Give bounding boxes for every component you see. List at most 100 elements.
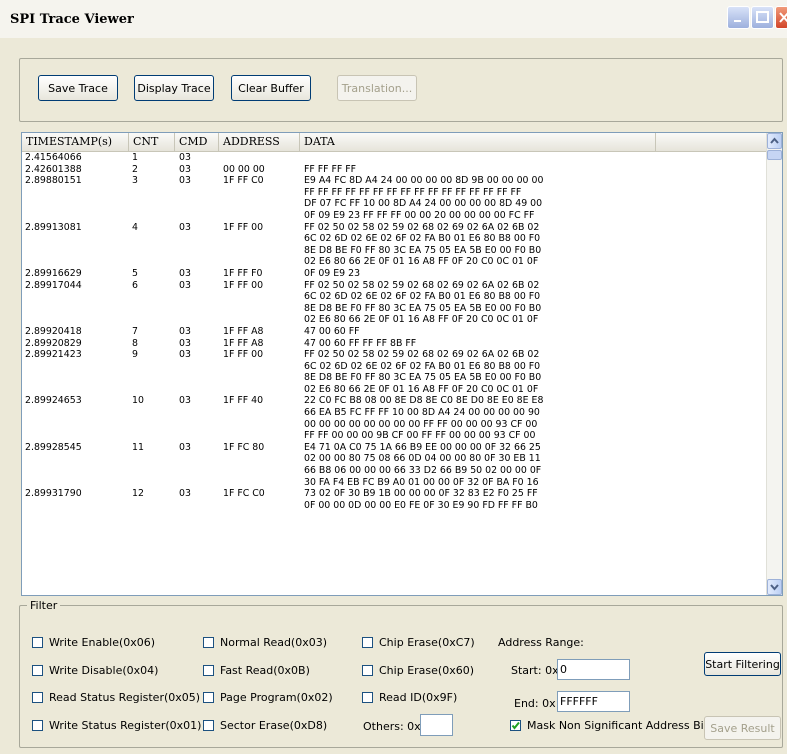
data-line: E4 71 0A C0 75 1A 66 B9 EE 00 00 00 0F 3…: [304, 441, 541, 453]
data-cell: 22 C0 FC B8 08 00 8E D8 8E C0 8E D0 8E E…: [304, 395, 768, 441]
checkbox-write-disable[interactable]: Write Disable(0x04): [32, 664, 158, 677]
timestamp-cell: 2.89924653: [25, 395, 82, 407]
address-cell: 1F FF A8: [223, 325, 264, 337]
checkbox-box[interactable]: [32, 720, 43, 731]
save-result-button[interactable]: Save Result: [704, 716, 781, 740]
cnt-cell: 9: [132, 349, 138, 361]
table-row[interactable]: 2.89928545 11 03 1F FC 80 E4 71 0A C0 75 1A …: [22, 442, 768, 488]
chevron-down-icon: [770, 584, 779, 591]
data-line: 8E D8 BE F0 FF 80 3C EA 75 05 EA 5B E0 0…: [304, 244, 542, 256]
data-line: 00 00 00 00 00 00 00 00 FF FF 00 00 00 9…: [304, 418, 538, 430]
address-cell: 1F FF 00: [223, 279, 264, 291]
checkmark-icon: [511, 721, 520, 730]
address-cell: 00 00 00: [223, 163, 265, 175]
data-cell: 47 00 60 FF: [304, 326, 768, 338]
cnt-cell: 7: [132, 325, 138, 337]
checkbox-box[interactable]: [32, 692, 43, 703]
checkbox-box[interactable]: [203, 665, 214, 676]
data-line: 6C 02 6D 02 6E 02 6F 02 FA B0 01 E6 80 B…: [304, 360, 541, 372]
trace-list[interactable]: TIMESTAMP(s) CNT CMD ADDRESS DATA 2.4156…: [21, 132, 783, 596]
checkbox-chip-erase-60[interactable]: Chip Erase(0x60): [362, 664, 474, 677]
column-header-cmd[interactable]: CMD: [175, 133, 219, 151]
data-line: FF 02 50 02 58 02 59 02 68 02 69 02 6A 0…: [304, 221, 540, 233]
checkbox-box[interactable]: [203, 720, 214, 731]
close-button[interactable]: [775, 6, 787, 29]
table-row[interactable]: 2.89920829 8 03 1F FF A8 47 00 60 FF FF FF 8…: [22, 338, 768, 350]
scroll-up-button[interactable]: [767, 133, 782, 149]
end-address-input[interactable]: [557, 691, 630, 712]
checkbox-box[interactable]: [362, 637, 373, 648]
table-row[interactable]: 2.89916629 5 03 1F FF F0 0F 09 E9 23: [22, 268, 768, 280]
checkbox-normal-read[interactable]: Normal Read(0x03): [203, 636, 327, 649]
minimize-button[interactable]: [727, 6, 750, 29]
address-cell: 1F FF A8: [223, 337, 264, 349]
data-cell: FF FF FF FF: [304, 164, 768, 176]
checkbox-write-status-register[interactable]: Write Status Register(0x01): [32, 719, 201, 732]
start-filtering-button[interactable]: Start Filtering: [704, 652, 781, 676]
address-cell: 1F FC C0: [223, 488, 265, 500]
data-line: 0F 00 00 0D 00 00 E0 FE 0F 30 E9 90 FD F…: [304, 499, 538, 511]
checkbox-fast-read[interactable]: Fast Read(0x0B): [203, 664, 310, 677]
checkbox-box[interactable]: [203, 692, 214, 703]
checkbox-label: Read ID(0x9F): [379, 691, 458, 704]
checkbox-label: Sector Erase(0xD8): [220, 719, 328, 732]
title-bar: SPI Trace Viewer: [0, 0, 787, 38]
start-label: Start: 0x: [511, 664, 559, 677]
start-address-input[interactable]: [557, 659, 630, 680]
maximize-icon: [756, 11, 769, 23]
checkbox-write-enable[interactable]: Write Enable(0x06): [32, 636, 155, 649]
maximize-button[interactable]: [751, 6, 774, 29]
scroll-down-button[interactable]: [767, 579, 782, 595]
checkbox-box[interactable]: [32, 665, 43, 676]
data-cell: FF 02 50 02 58 02 59 02 68 02 69 02 6A 0…: [304, 222, 768, 268]
display-trace-button[interactable]: Display Trace: [134, 75, 214, 101]
checkbox-read-status-register[interactable]: Read Status Register(0x05): [32, 691, 200, 704]
checkbox-box[interactable]: [32, 637, 43, 648]
timestamp-cell: 2.89913081: [25, 221, 82, 233]
data-line: FF 02 50 02 58 02 59 02 68 02 69 02 6A 0…: [304, 349, 540, 361]
save-trace-button[interactable]: Save Trace: [38, 75, 118, 101]
cmd-cell: 03: [179, 221, 191, 233]
checkbox-chip-erase-c7[interactable]: Chip Erase(0xC7): [362, 636, 475, 649]
checkbox-box[interactable]: [362, 692, 373, 703]
table-row[interactable]: 2.89917044 6 03 1F FF 00 FF 02 50 02 58 02 5…: [22, 280, 768, 326]
checkbox-sector-erase[interactable]: Sector Erase(0xD8): [203, 719, 327, 732]
checkbox-label: Page Program(0x02): [220, 691, 333, 704]
table-row[interactable]: 2.89920418 7 03 1F FF A8 47 00 60 FF: [22, 326, 768, 338]
table-row[interactable]: 2.41564066 1 03: [22, 152, 768, 164]
checkbox-box[interactable]: [203, 637, 214, 648]
timestamp-cell: 2.89880151: [25, 175, 82, 187]
data-line: 02 E6 80 66 2E 0F 01 16 A8 FF 0F 20 C0 0…: [304, 383, 539, 395]
data-line: 0F 09 E9 23 FF FF FF 00 00 20 00 00 00 0…: [304, 209, 535, 221]
column-header-cnt[interactable]: CNT: [129, 133, 175, 151]
translation-button[interactable]: Translation...: [337, 75, 417, 101]
timestamp-cell: 2.42601388: [25, 163, 82, 175]
table-row[interactable]: 2.89921423 9 03 1F FF 00 FF 02 50 02 58 02 5…: [22, 349, 768, 395]
checkbox-box[interactable]: [362, 665, 373, 676]
timestamp-cell: 2.41564066: [25, 152, 82, 163]
column-header-address[interactable]: ADDRESS: [219, 133, 300, 151]
table-row[interactable]: 2.89913081 4 03 1F FF 00 FF 02 50 02 58 02 5…: [22, 222, 768, 268]
checkbox-read-id[interactable]: Read ID(0x9F): [362, 691, 457, 704]
cmd-cell: 03: [179, 175, 191, 187]
cmd-cell: 03: [179, 325, 191, 337]
table-row[interactable]: 2.89931790 12 03 1F FC C0 73 02 0F 30 B9 1B …: [22, 488, 768, 511]
checkbox-page-program[interactable]: Page Program(0x02): [203, 691, 333, 704]
table-row[interactable]: 2.89880151 3 03 1F FF C0 E9 A4 FC 8D A4 24 0…: [22, 175, 768, 221]
column-header-data[interactable]: DATA: [300, 133, 656, 151]
checkbox-mask-address-bits[interactable]: Mask Non Significant Address Bits: [510, 719, 714, 732]
checkbox-box[interactable]: [510, 720, 521, 731]
timestamp-cell: 2.89920829: [25, 337, 82, 349]
data-cell: [304, 152, 768, 164]
data-line: 6C 02 6D 02 6E 02 6F 02 FA B0 01 E6 80 B…: [304, 233, 541, 245]
clear-buffer-button[interactable]: Clear Buffer: [231, 75, 311, 101]
table-row[interactable]: 2.89924653 10 03 1F FF 40 22 C0 FC B8 08 00 …: [22, 395, 768, 441]
others-input[interactable]: [420, 714, 453, 736]
column-header-timestamp[interactable]: TIMESTAMP(s): [22, 133, 129, 151]
scroll-thumb[interactable]: [767, 150, 782, 160]
data-cell: 73 02 0F 30 B9 1B 00 00 00 0F 32 83 E2 F…: [304, 488, 768, 511]
cnt-cell: 3: [132, 175, 138, 187]
table-row[interactable]: 2.42601388 2 03 00 00 00 FF FF FF FF: [22, 164, 768, 176]
vertical-scrollbar[interactable]: [766, 133, 782, 595]
data-line: 8E D8 BE F0 FF 80 3C EA 75 05 EA 5B E0 0…: [304, 302, 542, 314]
